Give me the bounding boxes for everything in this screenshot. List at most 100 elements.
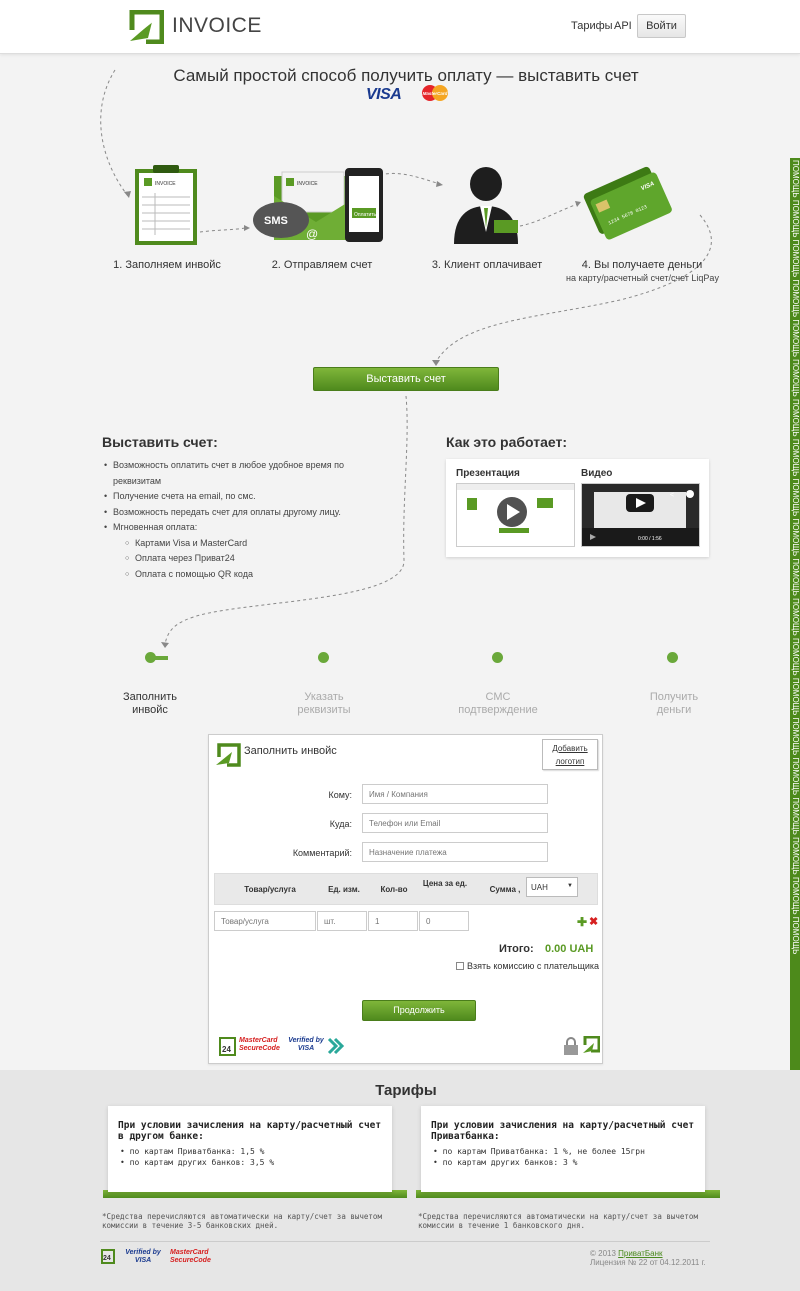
clipboard-icon: INVOICE: [135, 165, 197, 245]
feature-item: Получение счета на email, по смс.: [104, 489, 364, 505]
currency-select[interactable]: UAH ▼: [526, 877, 578, 897]
sms-bubble-text: SMS: [264, 215, 288, 227]
send-invoice-icon: INVOICE @ SMS Оплатить: [253, 168, 383, 242]
lock-icon: [564, 1037, 578, 1055]
to-label: Кому:: [328, 790, 352, 800]
feature-item: Возможность оплатить счет в любое удобно…: [104, 458, 364, 489]
progress-dot: [492, 652, 503, 663]
step-2-label: 2. Отправляем счет: [271, 259, 373, 271]
row-product-input[interactable]: [214, 911, 316, 931]
items-table-header: Товар/услуга Ед. изм. Кол-во Цена за ед.…: [214, 873, 598, 905]
where-input[interactable]: [362, 813, 548, 833]
clipboard-label: INVOICE: [155, 181, 176, 187]
tariff-item: по картам других банков: 3,5 %: [120, 1157, 275, 1168]
progress-step-sms: СМС подтверждение: [458, 691, 538, 716]
total-label: Итого:: [499, 943, 534, 955]
feature-item: Возможность передать счет для оплаты дру…: [104, 505, 364, 521]
privat24-badge-text: 24: [222, 1045, 231, 1054]
tariff-card-list: по картам Приватбанка: 1,5 % по картам д…: [120, 1146, 275, 1168]
add-logo-button[interactable]: Добавить логотип: [542, 739, 598, 770]
comment-label: Комментарий:: [292, 848, 352, 858]
progress-dot: [318, 652, 329, 663]
footer-divider: [100, 1241, 710, 1242]
row-qty-input[interactable]: [368, 911, 418, 931]
footer-mastercard-securecode: MasterCard SecureCode: [170, 1249, 211, 1264]
privatbank-logo-icon: [582, 1036, 600, 1054]
feature-item: Мгновенная оплата:: [104, 520, 364, 536]
comment-input[interactable]: [362, 842, 548, 862]
feature-subitem: Оплата через Приват24: [104, 551, 364, 567]
at-sign-icon: @: [306, 227, 318, 241]
progress-step-details: Указать реквизиты: [297, 691, 351, 716]
tariff-item: по картам Приватбанка: 1,5 %: [120, 1146, 274, 1157]
progress-step-receive: Получить деньги: [649, 691, 699, 716]
delete-row-icon[interactable]: ✖: [589, 915, 598, 928]
presentation-label: Презентация: [456, 468, 520, 479]
step-1-label: 1. Заполняем инвойс: [113, 259, 221, 271]
video-share-icon[interactable]: <: [670, 492, 674, 499]
footer-verified-by-visa: Verified by VISA: [125, 1249, 161, 1264]
total-value: 0.00 UAH: [545, 943, 594, 955]
privatbank-link[interactable]: ПриватБанк: [618, 1249, 662, 1258]
presentation-thumbnail[interactable]: [456, 483, 575, 547]
how-it-works-title: Как это работает:: [446, 434, 568, 450]
currency-select-value: UAH: [531, 883, 548, 892]
step-4-sublabel: на карту/расчетный счет/счет LiqPay: [566, 273, 719, 283]
commission-checkbox-row[interactable]: Взять комиссию с плательщика: [456, 961, 599, 971]
presentation-preview-icon: [457, 484, 574, 533]
where-label: Куда:: [329, 819, 352, 829]
tariff-note: *Средства перечисляются автоматически на…: [102, 1212, 382, 1230]
to-input[interactable]: [362, 784, 548, 804]
verified-by-visa-badge: Verified by VISA: [288, 1037, 324, 1052]
col-sum: Сумма ,: [489, 885, 521, 894]
tariff-item: по картам других банков: 3 %: [433, 1157, 645, 1168]
invoice-form-panel: Заполнить инвойс Добавить логотип Кому: …: [208, 734, 603, 1064]
col-price: Цена за ед.: [422, 879, 468, 888]
feature-subitem: Картами Visa и MasterCard: [104, 536, 364, 552]
tariff-card-list: по картам Приватбанка: 1 %, не более 15г…: [433, 1146, 645, 1168]
footer-privat24-badge-text: 24: [103, 1255, 111, 1262]
copyright: © 2013 ПриватБанк Лицензия № 22 от 04.12…: [590, 1249, 706, 1267]
phone-pay-button-text: Оплатить: [354, 212, 377, 218]
add-row-icon[interactable]: ✚: [577, 915, 587, 929]
video-label: Видео: [581, 468, 613, 479]
tariff-card-heading: При условии зачисления на карту/расчетны…: [431, 1120, 695, 1142]
continue-button[interactable]: Продолжить: [362, 1000, 476, 1021]
progress-dot: [667, 652, 678, 663]
features-list: Возможность оплатить счет в любое удобно…: [104, 458, 364, 582]
step-3-label: 3. Клиент оплачивает: [431, 259, 543, 271]
row-unit-input[interactable]: [317, 911, 367, 931]
col-product: Товар/услуга: [244, 885, 296, 894]
row-price-input[interactable]: [419, 911, 469, 931]
tariff-card-other-bank: При условии зачисления на карту/расчетны…: [108, 1106, 392, 1192]
tariffs-title: Тарифы: [375, 1082, 437, 1099]
feature-subitem: Оплата с помощью QR кода: [104, 567, 364, 583]
step-4-label: 4. Вы получаете деньги: [581, 259, 703, 271]
privat24-badge: 24: [219, 1037, 236, 1056]
chevrons-right-icon: [327, 1037, 345, 1055]
video-thumbnail[interactable]: < 0:00 / 1:56: [581, 483, 700, 547]
commission-label: Взять комиссию с плательщика: [467, 961, 600, 971]
tariff-item: по картам Приватбанка: 1 %, не более 15г…: [433, 1146, 645, 1157]
chevron-down-icon: ▼: [567, 883, 573, 889]
commission-checkbox[interactable]: [456, 962, 464, 970]
tariff-note: *Средства перечисляются автоматически на…: [418, 1212, 698, 1230]
client-man-icon: [454, 167, 518, 244]
mastercard-securecode-badge: MasterCard SecureCode: [239, 1037, 280, 1052]
create-invoice-button[interactable]: Выставить счет: [313, 367, 499, 391]
bank-cards-icon: 1234 5678 0123 VISA: [583, 166, 672, 240]
progress-bar-fill: [152, 656, 168, 660]
tariff-card-privatbank: При условии зачисления на карту/расчетны…: [421, 1106, 705, 1192]
envelope-label: INVOICE: [297, 181, 318, 187]
form-title: Заполнить инвойс: [244, 745, 337, 757]
invoice-panel-logo-icon: [215, 743, 241, 767]
features-title: Выставить счет:: [102, 434, 218, 450]
col-qty: Кол-во: [380, 885, 408, 894]
media-box: Презентация Видео < 0:00 / 1:56: [446, 459, 709, 557]
video-time: 0:00 / 1:56: [638, 536, 662, 542]
progress-step-fill: Заполнить инвойс: [122, 691, 177, 716]
col-unit: Ед. изм.: [328, 885, 360, 894]
footer-privat24-badge: 24: [101, 1249, 115, 1264]
video-player-icon: < 0:00 / 1:56: [582, 484, 699, 546]
tariff-card-heading: При условии зачисления на карту/расчетны…: [118, 1120, 382, 1142]
